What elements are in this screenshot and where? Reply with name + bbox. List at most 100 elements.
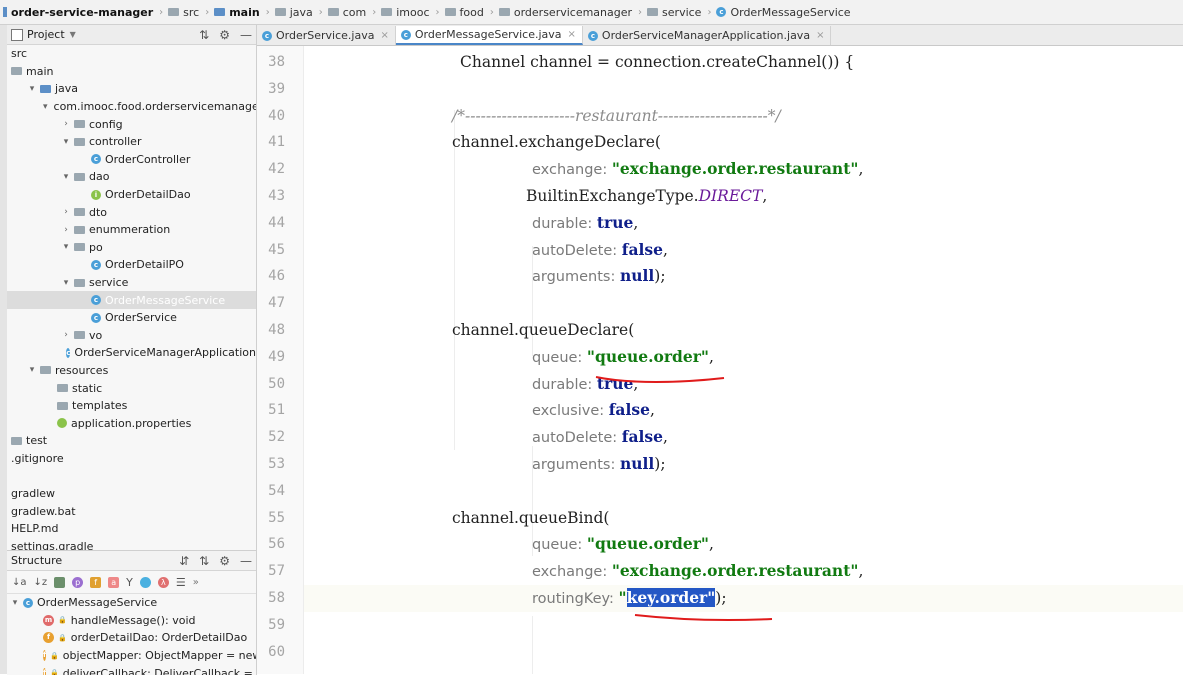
tree-node-label: dto: [89, 205, 108, 219]
tree-node[interactable]: ▾ po: [7, 239, 256, 257]
show-inherited-icon[interactable]: [54, 576, 66, 588]
close-icon[interactable]: ×: [568, 29, 576, 40]
breadcrumb-item[interactable]: orderservicemanager: [496, 6, 636, 19]
tree-node[interactable]: templates: [7, 397, 256, 415]
code-token: /*---------------------restaurant-------…: [452, 106, 781, 125]
tree-node-label: static: [72, 381, 103, 395]
tree-node[interactable]: HELP.md: [7, 520, 256, 538]
editor-tab[interactable]: c OrderServiceManagerApplication.java ×: [583, 26, 832, 45]
autoscroll-icon[interactable]: ☰: [176, 576, 186, 589]
sort-visibility-icon[interactable]: ↓z: [34, 577, 48, 588]
dropdown-icon[interactable]: ▼: [70, 30, 76, 39]
code-token: ": [618, 588, 627, 607]
tree-node[interactable]: ▾ controller: [7, 133, 256, 151]
chevron-right-icon[interactable]: ›: [60, 225, 72, 235]
show-fields-icon[interactable]: f: [90, 576, 102, 588]
close-icon[interactable]: ×: [816, 30, 824, 41]
chevron-right-icon[interactable]: ›: [60, 330, 72, 340]
tree-node[interactable]: c OrderController: [7, 151, 256, 169]
code-line: autoDelete: false,: [304, 424, 1183, 451]
structure-member[interactable]: f 🔒 objectMapper: ObjectMapper = new: [7, 647, 256, 665]
tree-node[interactable]: ▾ service: [7, 274, 256, 292]
tree-node[interactable]: ▾ dao: [7, 168, 256, 186]
code-token: true: [596, 212, 634, 232]
show-properties-icon[interactable]: p: [72, 576, 84, 588]
tree-node[interactable]: ▾ resources: [7, 362, 256, 380]
folder-icon: [274, 8, 286, 16]
minimize-icon[interactable]: —: [240, 28, 252, 42]
collapse-all-icon[interactable]: ⇅: [199, 28, 209, 42]
code-token: autoDelete:: [532, 430, 622, 447]
tree-node[interactable]: c OrderServiceManagerApplication: [7, 344, 256, 362]
code-line: routingKey: "key.order");: [304, 585, 1183, 612]
tree-node[interactable]: › config: [7, 115, 256, 133]
gear-icon[interactable]: ⚙: [219, 554, 230, 568]
tree-node[interactable]: ▾ java: [7, 80, 256, 98]
chevron-down-icon[interactable]: ▾: [60, 278, 72, 288]
structure-member[interactable]: f 🔒 orderDetailDao: OrderDetailDao: [7, 629, 256, 647]
expand-icon[interactable]: ⇵: [179, 554, 189, 568]
breadcrumb-item[interactable]: java: [272, 6, 317, 19]
breadcrumb-item[interactable]: src: [165, 6, 203, 19]
tree-node[interactable]: c OrderService: [7, 309, 256, 327]
breadcrumb-item[interactable]: com: [325, 6, 371, 19]
tree-node[interactable]: i OrderDetailDao: [7, 186, 256, 204]
chevron-down-icon[interactable]: ▾: [26, 365, 38, 375]
line-number: 38: [268, 54, 285, 70]
anonymous-classes-icon[interactable]: [139, 576, 151, 588]
editor-tab[interactable]: c OrderMessageService.java ×: [395, 26, 583, 45]
tree-node[interactable]: settings.gradle: [7, 538, 256, 550]
tree-node[interactable]: static: [7, 379, 256, 397]
tree-node-label: dao: [89, 170, 110, 184]
breadcrumb-item[interactable]: main: [211, 6, 264, 19]
chevron-right-icon[interactable]: ›: [60, 207, 72, 217]
breadcrumb-item[interactable]: food: [442, 6, 488, 19]
tree-node[interactable]: c OrderDetailPO: [7, 256, 256, 274]
chevron-down-icon[interactable]: ▾: [9, 598, 21, 608]
tree-node[interactable]: test: [7, 432, 256, 450]
tree-node[interactable]: [7, 467, 256, 485]
structure-root[interactable]: ▾ c OrderMessageService: [7, 594, 256, 612]
breadcrumb-item[interactable]: c OrderMessageService: [713, 6, 854, 19]
chevron-down-icon[interactable]: ▾: [60, 137, 72, 147]
editor-tabs: c OrderService.java × c OrderMessageService.…: [257, 25, 1183, 46]
chevron-down-icon[interactable]: ▾: [26, 84, 38, 94]
filter-icon[interactable]: Y: [126, 576, 133, 589]
project-panel-title[interactable]: Project: [27, 28, 65, 41]
tree-node[interactable]: application.properties: [7, 414, 256, 432]
chevron-down-icon[interactable]: ▾: [60, 242, 72, 252]
tree-node[interactable]: › vo: [7, 327, 256, 345]
tree-node[interactable]: gradlew: [7, 485, 256, 503]
tree-node[interactable]: › enummeration: [7, 221, 256, 239]
breadcrumb-item[interactable]: imooc: [378, 6, 433, 19]
chevron-right-icon: ›: [707, 6, 712, 18]
chevron-right-icon[interactable]: ›: [60, 119, 72, 129]
collapse-icon[interactable]: ⇅: [199, 554, 209, 568]
breadcrumb-label: main: [229, 5, 260, 19]
code-line: BuiltinExchangeType.DIRECT,: [304, 183, 1183, 210]
tree-node[interactable]: .gitignore: [7, 450, 256, 468]
tree-node[interactable]: ▾ com.imooc.food.orderservicemanager: [7, 98, 256, 116]
close-icon[interactable]: ×: [380, 30, 388, 41]
chevron-down-icon[interactable]: ▾: [60, 172, 72, 182]
structure-member[interactable]: f 🔒 deliverCallback: DeliverCallback = (co: [7, 664, 256, 675]
sort-alpha-icon[interactable]: ↓a: [12, 577, 27, 588]
tree-node[interactable]: › dto: [7, 203, 256, 221]
editor-tab[interactable]: c OrderService.java ×: [257, 26, 396, 45]
gear-icon[interactable]: ⚙: [219, 28, 230, 42]
navigation-breadcrumb: order-service-manager › src › main › java › com ›…: [0, 0, 1183, 25]
interface-icon: i: [91, 189, 101, 200]
breadcrumb-item[interactable]: order-service-manager: [0, 6, 157, 19]
more-icon[interactable]: »: [193, 577, 199, 588]
chevron-down-icon[interactable]: ▾: [43, 102, 48, 112]
tree-node[interactable]: gradlew.bat: [7, 502, 256, 520]
lambdas-icon[interactable]: λ: [157, 576, 169, 588]
tree-node[interactable]: main: [7, 63, 256, 81]
breadcrumb-item[interactable]: service: [644, 6, 705, 19]
structure-member[interactable]: m 🔒 handleMessage(): void: [7, 612, 256, 630]
tree-node-label: OrderMessageService: [105, 293, 226, 307]
code-editor[interactable]: Channel channel = connection.createChann…: [304, 46, 1183, 674]
show-nonpublic-icon[interactable]: a: [108, 576, 120, 588]
tree-node[interactable]: src: [7, 45, 256, 63]
tree-node[interactable]: c OrderMessageService: [7, 291, 256, 309]
